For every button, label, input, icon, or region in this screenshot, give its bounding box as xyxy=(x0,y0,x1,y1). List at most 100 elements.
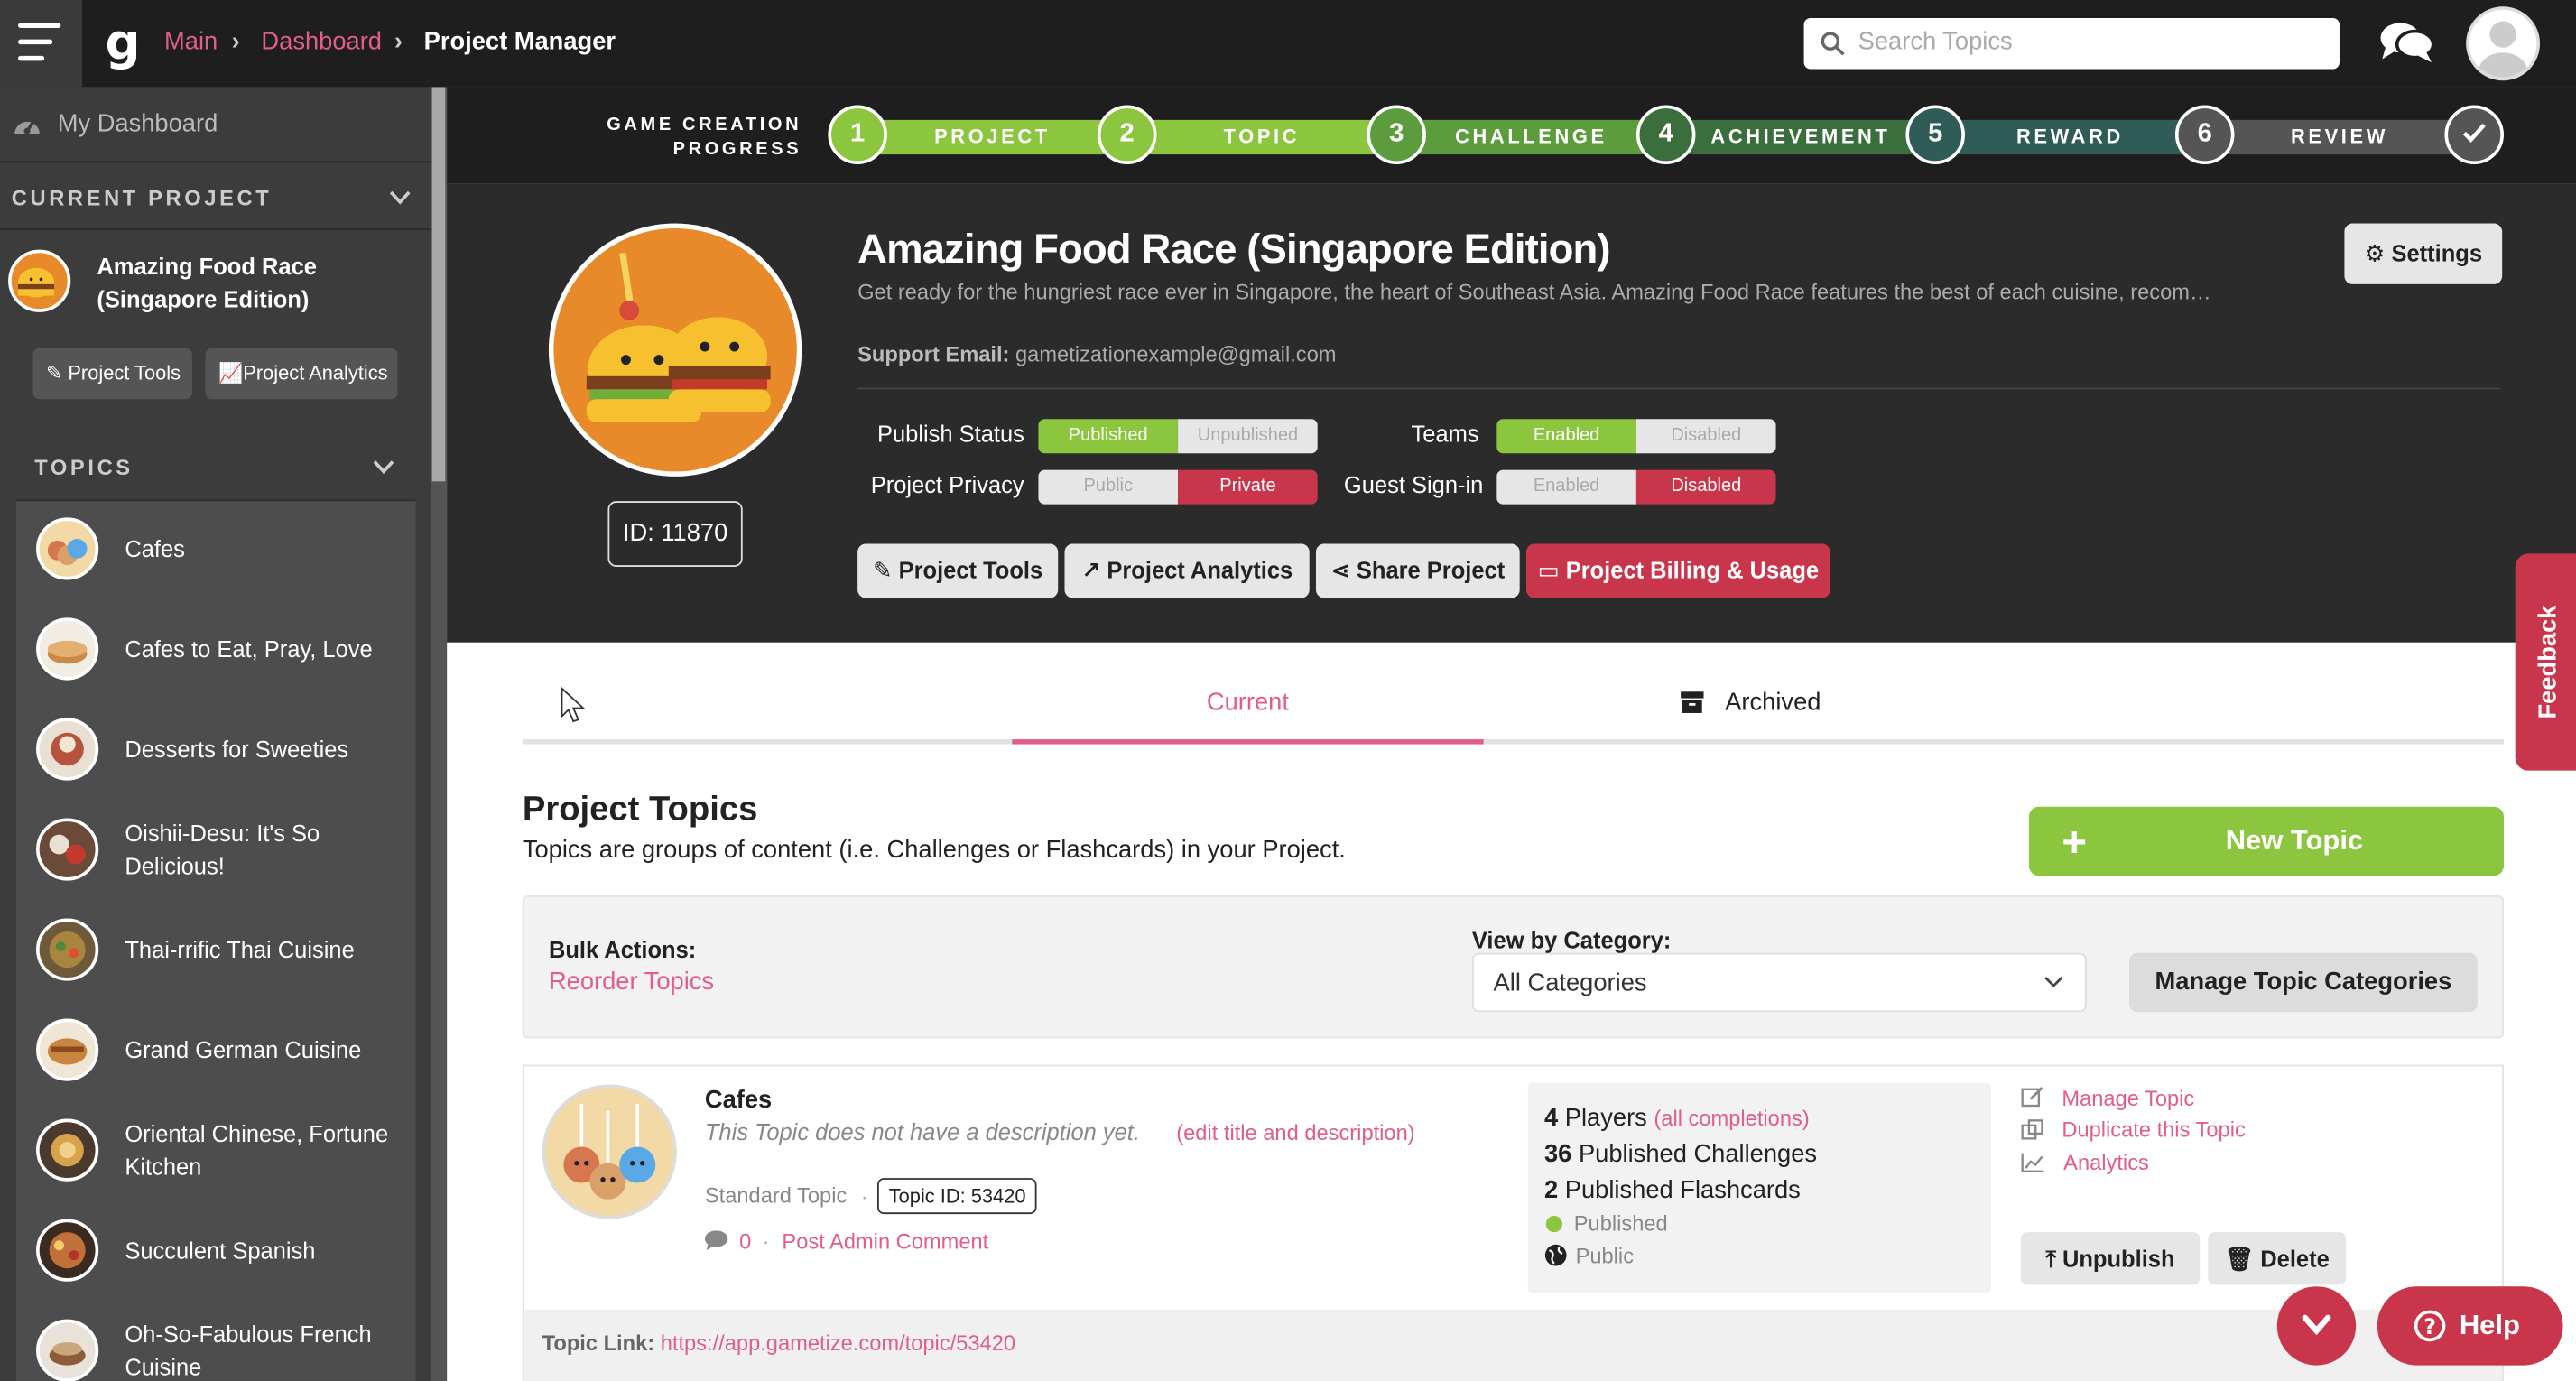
progress-step-achievement[interactable]: ACHIEVEMENT xyxy=(1665,119,1936,155)
chevron-down-icon xyxy=(2044,977,2063,988)
bulk-actions-label: Bulk Actions: xyxy=(548,936,697,963)
sidebar-project-tools-button[interactable]: ✎ Project Tools xyxy=(32,348,192,400)
sidebar-item-dashboard[interactable]: My Dashboard xyxy=(0,87,431,163)
current-project-thumbnail xyxy=(8,249,71,312)
progress-step-reward[interactable]: REWARD xyxy=(1935,119,2205,155)
manage-topic-categories-button[interactable]: Manage Topic Categories xyxy=(2128,952,2478,1013)
project-image xyxy=(548,223,802,477)
sidebar-topic-item[interactable]: Grand German Cuisine xyxy=(16,1002,415,1102)
sidebar-topic-item[interactable]: Thai-rrific Thai Cuisine xyxy=(16,902,415,1002)
topics-header[interactable]: TOPICS xyxy=(16,435,416,502)
project-analytics-label: Project Analytics xyxy=(1107,557,1293,584)
share-project-label: Share Project xyxy=(1356,557,1506,584)
chevron-down-icon[interactable] xyxy=(389,190,411,205)
guest-disabled-option[interactable]: Disabled xyxy=(1635,469,1776,505)
feedback-label: Feedback xyxy=(2534,605,2562,719)
menu-button[interactable] xyxy=(0,0,83,88)
progress-step-topic[interactable]: TOPIC xyxy=(1126,119,1397,155)
reorder-topics-link[interactable]: Reorder Topics xyxy=(549,968,714,996)
guest-enabled-option[interactable]: Enabled xyxy=(1496,469,1636,505)
manage-topic-link[interactable]: Manage Topic xyxy=(2062,1086,2194,1110)
sidebar-topic-label: Succulent Spanish xyxy=(125,1237,316,1264)
scroll-down-button[interactable] xyxy=(2276,1286,2357,1366)
progress-step-challenge[interactable]: CHALLENGE xyxy=(1396,119,1666,155)
teams-toggle[interactable]: Enabled Disabled xyxy=(1496,419,1776,454)
teams-enabled-option[interactable]: Enabled xyxy=(1496,419,1636,454)
guest-signin-toggle[interactable]: Enabled Disabled xyxy=(1496,469,1776,505)
project-tools-label: Project Tools xyxy=(898,557,1043,584)
comment-count[interactable]: 0 xyxy=(739,1229,751,1254)
sidebar-topic-item[interactable]: Succulent Spanish xyxy=(16,1202,415,1302)
flashcards-text: Published Flashcards xyxy=(1564,1176,1801,1205)
players-text: Players xyxy=(1564,1104,1647,1133)
breadcrumb-dashboard[interactable]: Dashboard xyxy=(261,28,382,56)
sidebar-topic-item[interactable]: Cafes to Eat, Pray, Love xyxy=(16,601,415,701)
support-email-value: gametizationexample@gmail.com xyxy=(1015,341,1337,366)
public-option[interactable]: Public xyxy=(1038,469,1179,505)
post-admin-comment-link[interactable]: Post Admin Comment xyxy=(782,1229,988,1254)
project-billing-button[interactable]: ▭ Project Billing & Usage xyxy=(1525,543,1830,598)
project-privacy-label: Project Privacy xyxy=(870,471,1024,498)
tab-active-indicator xyxy=(1012,739,1484,745)
divider xyxy=(857,387,2501,390)
sidebar-project-analytics-button[interactable]: 📈Project Analytics xyxy=(205,348,398,400)
progress-step-project[interactable]: PROJECT xyxy=(857,119,1127,155)
duplicate-topic-link[interactable]: Duplicate this Topic xyxy=(2062,1117,2245,1142)
progress-step-number[interactable]: 2 xyxy=(1097,105,1157,165)
current-project-name[interactable]: Amazing Food Race (Singapore Edition) xyxy=(97,250,393,316)
share-project-button[interactable]: ⋖ Share Project xyxy=(1315,543,1520,598)
published-option[interactable]: Published xyxy=(1038,419,1179,454)
unpublish-button[interactable]: ⤒ Unpublish xyxy=(2020,1232,2201,1285)
edit-title-description-link[interactable]: (edit title and description) xyxy=(1176,1120,1414,1145)
sidebar-topic-label: Cafes to Eat, Pray, Love xyxy=(125,635,373,663)
user-avatar[interactable] xyxy=(2466,6,2541,81)
wrench-icon: ✎ xyxy=(45,361,63,385)
delete-button[interactable]: 🗑 Delete xyxy=(2208,1232,2347,1285)
sidebar-topic-item[interactable]: Desserts for Sweeties xyxy=(16,701,415,802)
chevron-down-icon[interactable] xyxy=(373,460,394,475)
unpublished-option[interactable]: Unpublished xyxy=(1178,419,1318,454)
publish-status-toggle[interactable]: Published Unpublished xyxy=(1038,419,1318,454)
topic-card-title[interactable]: Cafes xyxy=(705,1086,772,1114)
progress-step-number[interactable]: 6 xyxy=(2174,105,2235,165)
settings-button[interactable]: ⚙ Settings xyxy=(2344,223,2503,284)
sidebar-scrollbar-thumb[interactable] xyxy=(431,87,446,482)
sidebar-topic-label: Oriental Chinese, Fortune Kitchen xyxy=(125,1120,389,1180)
progress-complete-check-icon[interactable] xyxy=(2444,105,2504,165)
breadcrumb-main[interactable]: Main xyxy=(164,28,218,56)
sidebar-topic-label: Oishii-Desu: It's So Delicious! xyxy=(125,820,320,879)
support-email-label: Support Email: xyxy=(857,341,1010,366)
user-icon xyxy=(2478,21,2528,78)
project-analytics-button[interactable]: ↗ Project Analytics xyxy=(1064,543,1310,598)
new-topic-button[interactable]: + New Topic xyxy=(2028,806,2504,876)
guest-signin-label: Guest Sign-in xyxy=(1343,471,1484,498)
chevron-down-icon xyxy=(2302,1314,2331,1336)
all-completions-link[interactable]: (all completions) xyxy=(1654,1106,1809,1130)
search-input[interactable]: Search Topics xyxy=(1803,18,2340,70)
chat-icon[interactable] xyxy=(2379,20,2435,66)
progress-step-number[interactable]: 3 xyxy=(1367,105,1426,165)
sidebar-topic-item[interactable]: Oishii-Desu: It's So Delicious! xyxy=(16,802,415,902)
feedback-tab[interactable]: Feedback xyxy=(2515,553,2576,771)
analytics-link[interactable]: Analytics xyxy=(2063,1150,2149,1174)
tab-current[interactable]: Current xyxy=(1012,689,1483,717)
progress-step-number[interactable]: 4 xyxy=(1635,105,1696,165)
wrench-icon: ✎ xyxy=(873,557,893,584)
gametize-logo[interactable]: g xyxy=(105,14,140,72)
progress-step-number[interactable]: 1 xyxy=(828,105,887,165)
sidebar-topic-item[interactable]: Oriental Chinese, Fortune Kitchen xyxy=(16,1102,415,1202)
teams-disabled-option[interactable]: Disabled xyxy=(1635,419,1776,454)
category-select[interactable]: All Categories xyxy=(1471,952,2087,1013)
tab-archived[interactable]: Archived xyxy=(1725,689,1821,717)
progress-step-review[interactable]: REVIEW xyxy=(2204,119,2475,155)
project-tools-button[interactable]: ✎ Project Tools xyxy=(857,543,1059,598)
support-email: Support Email: gametizationexample@gmail… xyxy=(857,342,1336,366)
private-option[interactable]: Private xyxy=(1178,469,1318,505)
project-privacy-toggle[interactable]: Public Private xyxy=(1038,469,1318,505)
topic-thumbnail xyxy=(36,617,99,681)
sidebar-topic-item[interactable]: Cafes xyxy=(16,501,415,601)
topic-link-url[interactable]: https://app.gametize.com/topic/53420 xyxy=(661,1330,1015,1355)
sidebar-topic-item[interactable]: Oh-So-Fabulous French Cuisine xyxy=(16,1302,415,1381)
progress-step-number[interactable]: 5 xyxy=(1905,105,1965,165)
help-button[interactable]: ? Help xyxy=(2377,1286,2563,1366)
